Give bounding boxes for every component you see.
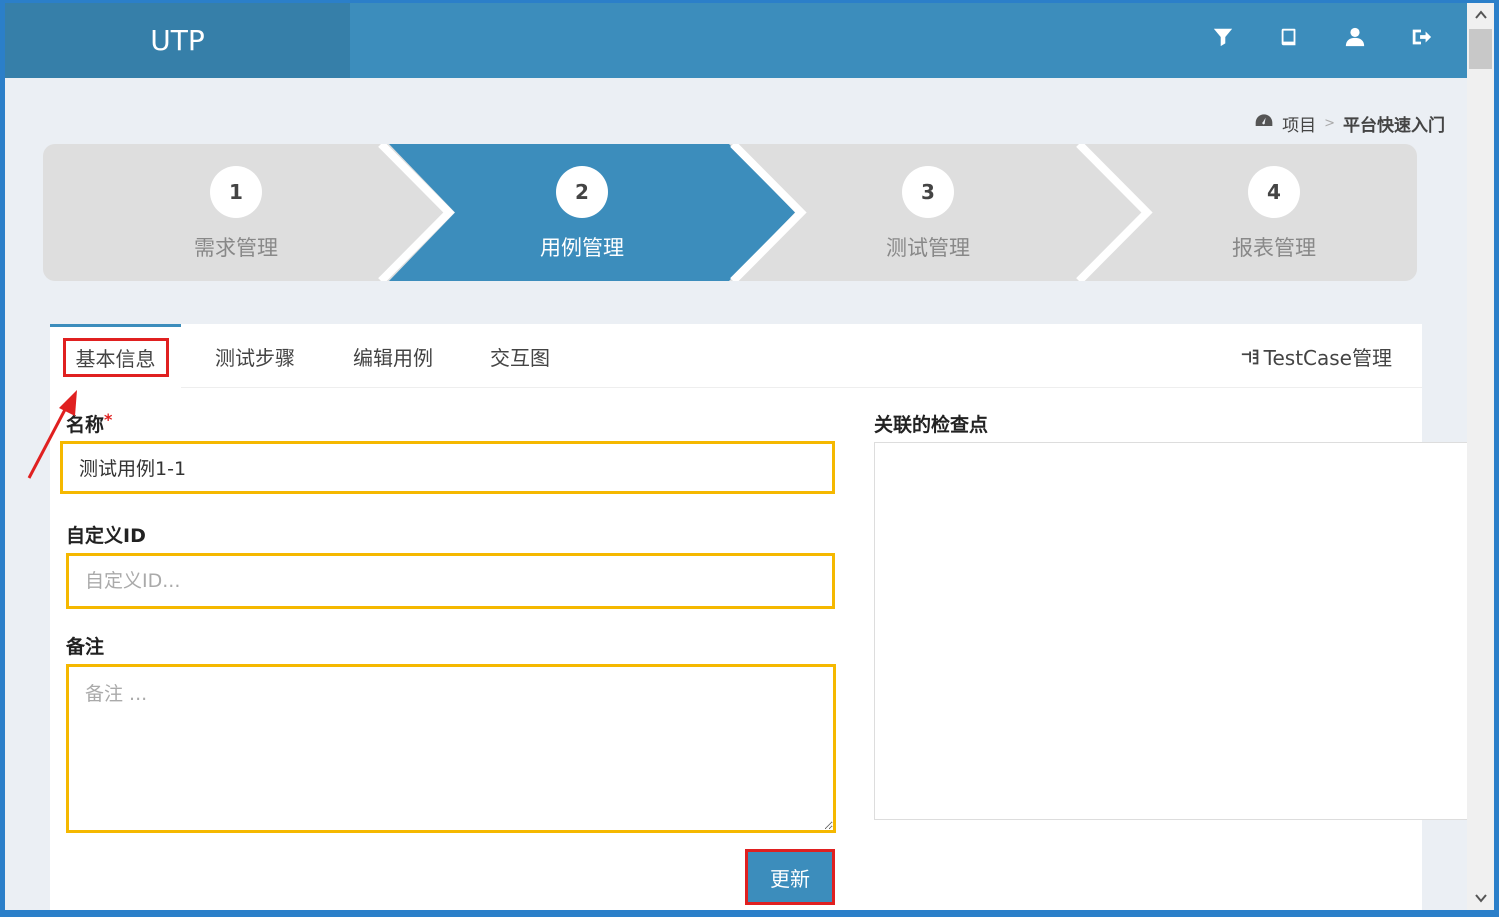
breadcrumb-current: 平台快速入门 bbox=[1343, 116, 1445, 136]
vertical-scrollbar[interactable] bbox=[1467, 3, 1494, 910]
testcase-management-link[interactable]: TestCase管理 bbox=[1240, 342, 1392, 371]
step-label: 需求管理 bbox=[194, 236, 278, 260]
tab-bar: 基本信息 测试步骤 编辑用例 交互图 TestCase管理 bbox=[50, 324, 1422, 388]
update-button[interactable]: 更新 bbox=[745, 849, 835, 905]
tab-edit-case[interactable]: 编辑用例 bbox=[328, 324, 458, 388]
scroll-up-icon[interactable] bbox=[1467, 3, 1494, 27]
step-label: 用例管理 bbox=[540, 236, 624, 260]
app-viewport: UTP 项目 > 平台快速入门 1 需求管理 2 用例管理 3 测试管理 4 报… bbox=[5, 3, 1467, 910]
checkpoints-list[interactable] bbox=[874, 442, 1467, 820]
step-label: 报表管理 bbox=[1232, 236, 1316, 260]
scroll-thumb[interactable] bbox=[1469, 29, 1492, 69]
tab-basic-info[interactable]: 基本信息 bbox=[50, 324, 181, 388]
tab-interaction-diagram[interactable]: 交互图 bbox=[460, 324, 580, 388]
breadcrumb-separator: > bbox=[1324, 116, 1335, 131]
custom-id-label: 自定义ID bbox=[66, 525, 146, 547]
filter-icon[interactable] bbox=[1207, 21, 1239, 53]
required-mark: * bbox=[104, 410, 113, 429]
testcase-panel: 基本信息 测试步骤 编辑用例 交互图 TestCase管理 名称* 自定义ID … bbox=[50, 324, 1467, 910]
step-number: 4 bbox=[1248, 166, 1300, 218]
tab-test-steps[interactable]: 测试步骤 bbox=[190, 324, 320, 388]
scroll-down-icon[interactable] bbox=[1467, 886, 1494, 910]
wizard-step-3[interactable]: 3 测试管理 bbox=[755, 144, 1101, 281]
step-number: 3 bbox=[902, 166, 954, 218]
annotation-arrow-icon bbox=[27, 390, 77, 479]
wizard-step-4[interactable]: 4 报表管理 bbox=[1101, 144, 1417, 281]
breadcrumb: 项目 > 平台快速入门 bbox=[1254, 111, 1445, 136]
wizard-step-1[interactable]: 1 需求管理 bbox=[63, 144, 409, 281]
note-label: 备注 bbox=[66, 636, 105, 658]
hand-point-icon bbox=[1241, 349, 1258, 364]
step-number: 2 bbox=[556, 166, 608, 218]
dashboard-icon bbox=[1254, 111, 1274, 136]
note-textarea[interactable] bbox=[66, 664, 836, 833]
step-number: 1 bbox=[210, 166, 262, 218]
name-input[interactable] bbox=[60, 441, 835, 494]
wizard-step-2[interactable]: 2 用例管理 bbox=[409, 144, 755, 281]
progress-wizard: 1 需求管理 2 用例管理 3 测试管理 4 报表管理 bbox=[43, 144, 1417, 281]
book-icon[interactable] bbox=[1273, 21, 1305, 53]
user-icon[interactable] bbox=[1339, 21, 1371, 53]
breadcrumb-root[interactable]: 项目 bbox=[1282, 111, 1316, 136]
checkpoints-label: 关联的检查点 bbox=[874, 414, 989, 436]
logout-icon[interactable] bbox=[1405, 21, 1437, 53]
step-label: 测试管理 bbox=[886, 236, 970, 260]
top-navbar: UTP bbox=[5, 3, 1467, 78]
custom-id-input[interactable] bbox=[66, 553, 835, 609]
navbar-icons bbox=[1207, 21, 1437, 53]
brand-logo[interactable]: UTP bbox=[5, 3, 350, 78]
